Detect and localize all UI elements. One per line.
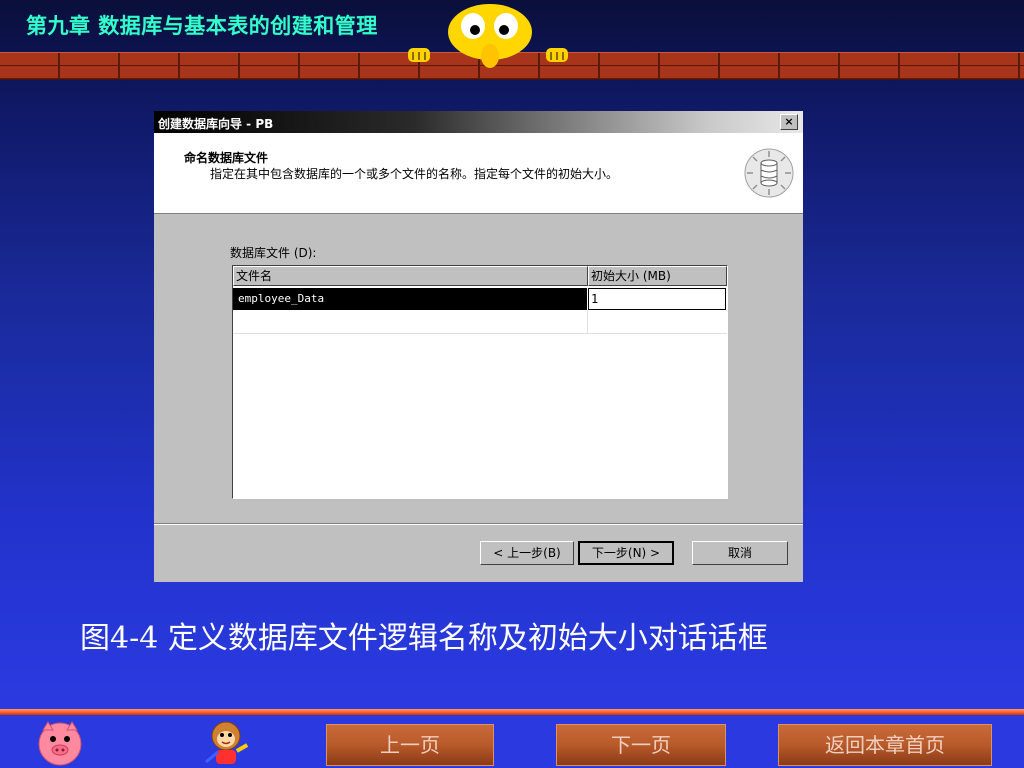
cartoon-face-icon bbox=[408, 4, 568, 68]
column-header-initial-size[interactable]: 初始大小 (MB) bbox=[588, 266, 727, 286]
database-wizard-icon bbox=[744, 148, 794, 198]
file-name-cell[interactable]: employee_Data bbox=[233, 288, 587, 310]
close-button[interactable]: × bbox=[780, 114, 798, 130]
chapter-home-button[interactable]: 返回本章首页 bbox=[778, 724, 992, 766]
table-row[interactable]: employee_Data 1 bbox=[233, 288, 727, 310]
dialog-title: 创建数据库向导 - PB bbox=[158, 117, 274, 131]
next-button[interactable]: 下一步(N) > bbox=[578, 541, 674, 565]
column-divider bbox=[587, 310, 588, 333]
wizard-step-heading: 命名数据库文件 bbox=[184, 151, 269, 165]
column-header-file-name[interactable]: 文件名 bbox=[233, 266, 588, 286]
back-button[interactable]: < 上一步(B) bbox=[480, 541, 574, 565]
figure-caption: 图4-4 定义数据库文件逻辑名称及初始大小对话话框 bbox=[80, 621, 768, 656]
monkey-character-icon[interactable] bbox=[196, 716, 256, 768]
cancel-button[interactable]: 取消 bbox=[692, 541, 788, 565]
button-area-separator bbox=[154, 523, 803, 525]
chapter-title: 第九章 数据库与基本表的创建和管理 bbox=[26, 14, 378, 38]
dialog-titlebar[interactable]: 创建数据库向导 - PB × bbox=[154, 111, 803, 133]
previous-page-button[interactable]: 上一页 bbox=[326, 724, 494, 766]
initial-size-input[interactable]: 1 bbox=[588, 288, 726, 310]
create-database-wizard-dialog: 创建数据库向导 - PB × 命名数据库文件 指定在其中包含数据库的一个或多个文… bbox=[154, 111, 803, 582]
table-row-empty[interactable] bbox=[233, 310, 727, 334]
database-files-label: 数据库文件 (D): bbox=[230, 246, 317, 260]
database-files-table[interactable]: 文件名 初始大小 (MB) employee_Data 1 bbox=[232, 265, 728, 499]
next-page-button[interactable]: 下一页 bbox=[556, 724, 726, 766]
pig-face-icon[interactable] bbox=[34, 718, 86, 766]
wizard-step-description: 指定在其中包含数据库的一个或多个文件的名称。指定每个文件的初始大小。 bbox=[210, 167, 619, 181]
wizard-header: 命名数据库文件 指定在其中包含数据库的一个或多个文件的名称。指定每个文件的初始大… bbox=[154, 133, 803, 214]
